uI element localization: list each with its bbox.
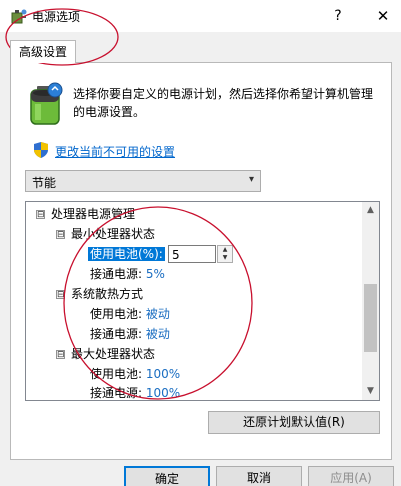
change-unavailable-settings-link[interactable]: 更改当前不可用的设置	[55, 143, 175, 160]
tree-node-label: 系统散热方式	[71, 287, 144, 301]
power-options-dialog: 电源选项 ? ✕ 高级设置 选择你要自定义的电源计划，然后选择你希望计算机管理的…	[0, 0, 401, 486]
tree-item-cooling-on-battery[interactable]: 使用电池: 被动	[90, 304, 170, 324]
setting-value: 100%	[145, 386, 181, 400]
tree-node-processor-power[interactable]: ⊟ 处理器电源管理	[36, 204, 135, 224]
close-button[interactable]: ✕	[370, 5, 396, 27]
restore-plan-defaults-button[interactable]: 还原计划默认值(R)	[208, 411, 380, 434]
scroll-up-icon[interactable]: ▲	[362, 202, 379, 219]
collapse-icon[interactable]: ⊟	[56, 350, 65, 360]
tree-scrollbar[interactable]: ▲ ▼	[362, 202, 379, 400]
setting-value: 被动	[145, 327, 170, 341]
scroll-thumb[interactable]	[364, 284, 377, 352]
setting-label: 接通电源:	[90, 327, 143, 341]
setting-value: 100%	[145, 367, 181, 381]
tree-item-max-on-battery[interactable]: 使用电池: 100%	[90, 364, 180, 384]
tab-advanced-settings[interactable]: 高级设置	[10, 40, 76, 63]
collapse-icon[interactable]: ⊟	[36, 210, 45, 220]
tree-node-cooling-policy[interactable]: ⊟ 系统散热方式	[56, 284, 143, 304]
min-battery-spinner[interactable]: ▲ ▼	[217, 245, 233, 263]
collapse-icon[interactable]: ⊟	[56, 230, 65, 240]
min-battery-input[interactable]: 5	[168, 245, 216, 263]
input-value: 5	[172, 248, 180, 262]
setting-label: 使用电池:	[90, 367, 143, 381]
spin-up-icon[interactable]: ▲	[218, 246, 232, 254]
ok-button[interactable]: 确定	[124, 466, 210, 486]
cancel-button[interactable]: 取消	[216, 466, 302, 486]
tree-node-min-processor-state[interactable]: ⊟ 最小处理器状态	[56, 224, 155, 244]
setting-value: 被动	[145, 307, 170, 321]
setting-label: 接通电源:	[90, 386, 143, 400]
window-title: 电源选项	[32, 10, 81, 24]
collapse-icon[interactable]: ⊟	[56, 290, 65, 300]
tree-node-max-processor-state[interactable]: ⊟ 最大处理器状态	[56, 344, 155, 364]
power-options-icon	[11, 9, 27, 24]
tree-item-cooling-plugged-in[interactable]: 接通电源: 被动	[90, 324, 170, 344]
tree-node-label: 最小处理器状态	[71, 227, 156, 241]
help-button[interactable]: ?	[327, 5, 349, 27]
tree-item-min-plugged-in[interactable]: 接通电源: 5%	[90, 264, 165, 284]
setting-label: 接通电源:	[90, 267, 143, 281]
setting-label: 使用电池(%):	[88, 247, 165, 261]
setting-label: 使用电池:	[90, 307, 143, 321]
spin-down-icon[interactable]: ▼	[218, 254, 232, 262]
title-bar: 电源选项 ? ✕	[0, 0, 401, 32]
power-plan-value: 节能	[32, 176, 57, 190]
battery-icon	[30, 82, 63, 125]
setting-value: 5%	[145, 267, 165, 281]
uac-shield-icon	[34, 142, 48, 158]
description-text: 选择你要自定义的电源计划，然后选择你希望计算机管理的电源设置。	[73, 87, 374, 119]
apply-button[interactable]: 应用(A)	[308, 466, 394, 486]
tree-node-label: 最大处理器状态	[71, 347, 156, 361]
tree-node-label: 处理器电源管理	[51, 207, 136, 221]
power-settings-tree[interactable]: ⊟ 处理器电源管理 ⊟ 最小处理器状态 使用电池(%): 5 ▲ ▼ 接通电源: 5…	[25, 201, 380, 401]
power-plan-select[interactable]: 节能 ▾	[25, 170, 261, 192]
chevron-down-icon: ▾	[248, 174, 254, 185]
scroll-down-icon[interactable]: ▼	[362, 383, 379, 400]
tree-item-min-on-battery[interactable]: 使用电池(%): 5 ▲ ▼	[88, 244, 308, 264]
tree-item-max-plugged-in[interactable]: 接通电源: 100%	[90, 383, 181, 400]
